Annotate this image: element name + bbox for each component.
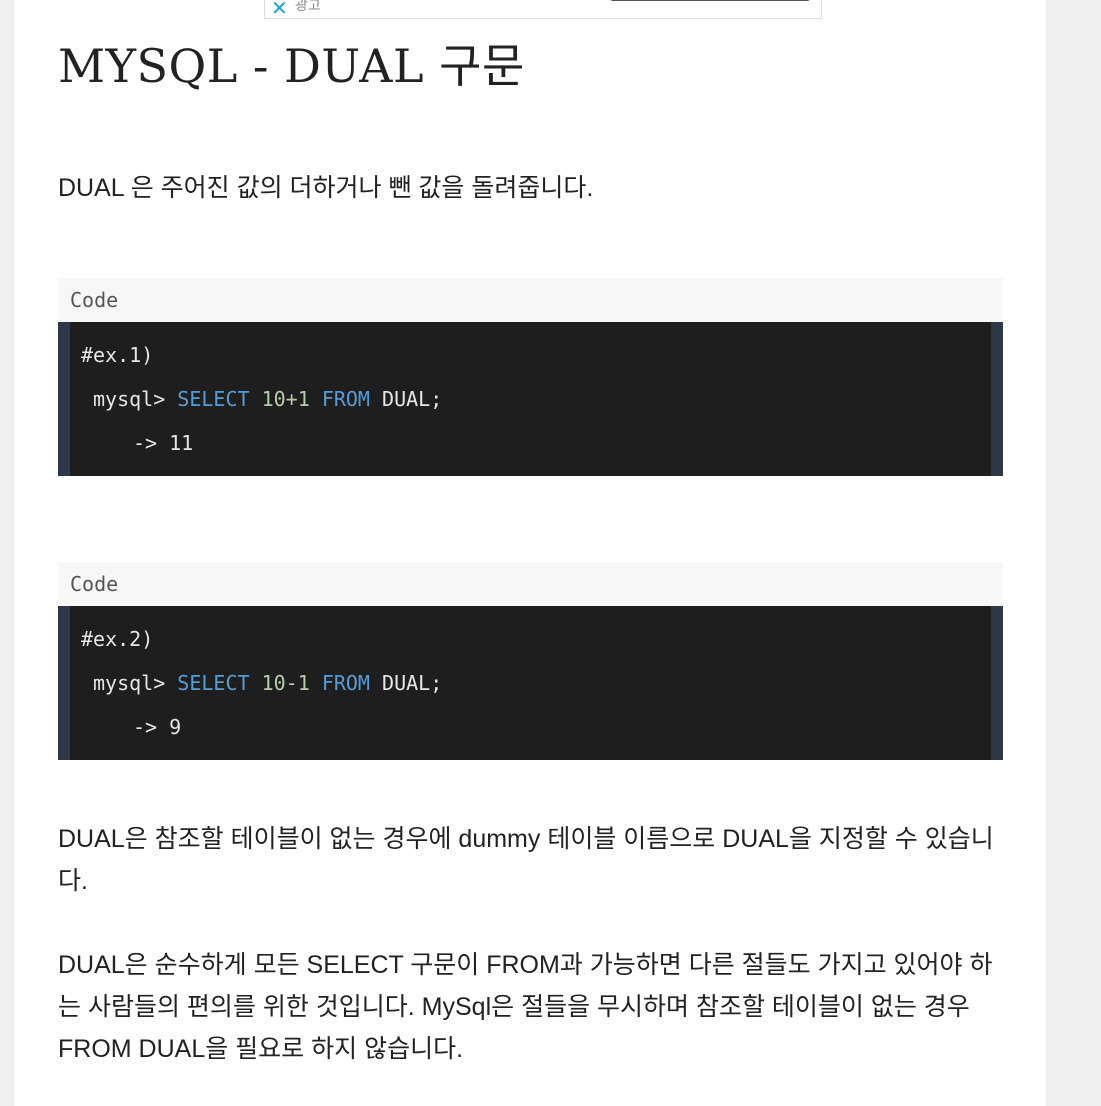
code-keyword-from: FROM	[321, 387, 370, 411]
code-statement: mysql> SELECT 10+1 FROM DUAL;	[93, 385, 442, 413]
code-keyword-from: FROM	[321, 671, 370, 695]
code-result: -> 9	[133, 715, 182, 739]
code-body: #ex.2) mysql> SELECT 10-1 FROM DUAL; -> …	[58, 606, 1003, 760]
code-table: DUAL;	[382, 671, 443, 695]
code-block-2: Code #ex.2) mysql> SELECT 10-1 FROM DUAL…	[58, 562, 1003, 760]
code-prompt: mysql>	[93, 387, 178, 411]
ad-banner[interactable]: ✕ 광고	[264, 0, 822, 19]
code-comment: #ex.1)	[81, 343, 154, 367]
code-keyword-select: SELECT	[177, 387, 250, 411]
code-header: Code	[58, 278, 1003, 322]
page-title: MYSQL - DUAL 구문	[58, 39, 525, 93]
code-result: -> 11	[133, 431, 194, 455]
dual-purpose-paragraph: DUAL은 순수하게 모든 SELECT 구문이 FROM과 가능하면 다른 절…	[58, 951, 993, 1063]
dual-description-paragraph: DUAL은 참조할 테이블이 없는 경우에 dummy 테이블 이름으로 DUA…	[58, 825, 994, 895]
code-prompt: mysql>	[93, 671, 178, 695]
code-expression: 10+1	[261, 387, 310, 411]
code-header: Code	[58, 562, 1003, 606]
code-body: #ex.1) mysql> SELECT 10+1 FROM DUAL; -> …	[58, 322, 1003, 476]
code-statement: mysql> SELECT 10-1 FROM DUAL;	[93, 669, 442, 697]
code-block-1: Code #ex.1) mysql> SELECT 10+1 FROM DUAL…	[58, 278, 1003, 476]
code-comment: #ex.2)	[81, 627, 154, 651]
intro-paragraph: DUAL 은 주어진 값의 더하거나 뺀 값을 돌려줍니다.	[58, 174, 594, 202]
close-icon[interactable]: ✕	[271, 0, 288, 18]
article-page: ✕ 광고 MYSQL - DUAL 구문 DUAL 은 주어진 값의 더하거나 …	[14, 0, 1046, 1106]
ad-label: 광고	[295, 0, 321, 14]
code-table: DUAL;	[382, 387, 443, 411]
code-keyword-select: SELECT	[177, 671, 250, 695]
ad-button[interactable]	[609, 0, 811, 1]
code-expression: 10-1	[261, 671, 310, 695]
